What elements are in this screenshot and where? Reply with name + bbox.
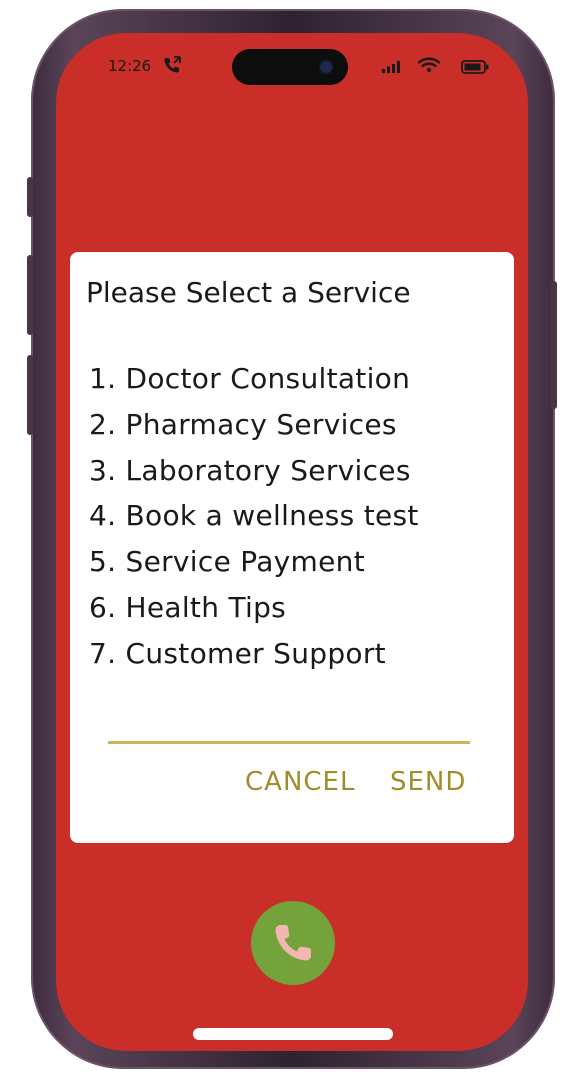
cancel-button[interactable]: CANCEL — [245, 767, 355, 797]
dynamic-island — [232, 49, 348, 85]
menu-item-wellness-test: 4. Book a wellness test — [89, 499, 419, 533]
input-underline — [108, 741, 470, 744]
action-button[interactable] — [27, 177, 33, 217]
menu-item-pharmacy-services: 2. Pharmacy Services — [89, 407, 397, 441]
cellular-signal-icon — [382, 61, 400, 73]
menu-item-laboratory-services: 3. Laboratory Services — [89, 453, 411, 487]
service-selection-dialog: Please Select a Service 1. Doctor Consul… — [70, 252, 514, 843]
dialog-title: Please Select a Service — [86, 276, 411, 309]
send-button[interactable]: SEND — [390, 767, 466, 797]
home-indicator[interactable] — [193, 1028, 393, 1040]
phone-frame: 12:26 Please Select a Service 1. Doctor … — [27, 9, 557, 1069]
front-camera — [320, 61, 332, 73]
phone-call-icon — [164, 56, 181, 73]
response-input[interactable] — [108, 704, 470, 738]
service-menu-list: 1. Doctor Consultation 2. Pharmacy Servi… — [89, 356, 419, 677]
call-button[interactable] — [251, 901, 335, 985]
battery-icon — [461, 60, 489, 74]
volume-down-button[interactable] — [27, 355, 33, 435]
power-button[interactable] — [551, 281, 557, 409]
menu-item-customer-support: 7. Customer Support — [89, 636, 386, 670]
status-time: 12:26 — [108, 57, 152, 75]
menu-item-doctor-consultation: 1. Doctor Consultation — [89, 362, 411, 395]
menu-item-health-tips: 6. Health Tips — [89, 590, 287, 624]
phone-screen: 12:26 Please Select a Service 1. Doctor … — [56, 33, 528, 1051]
phone-handset-icon — [275, 925, 311, 961]
wifi-icon — [418, 57, 440, 73]
menu-item-service-payment: 5. Service Payment — [89, 545, 365, 579]
volume-up-button[interactable] — [27, 255, 33, 335]
